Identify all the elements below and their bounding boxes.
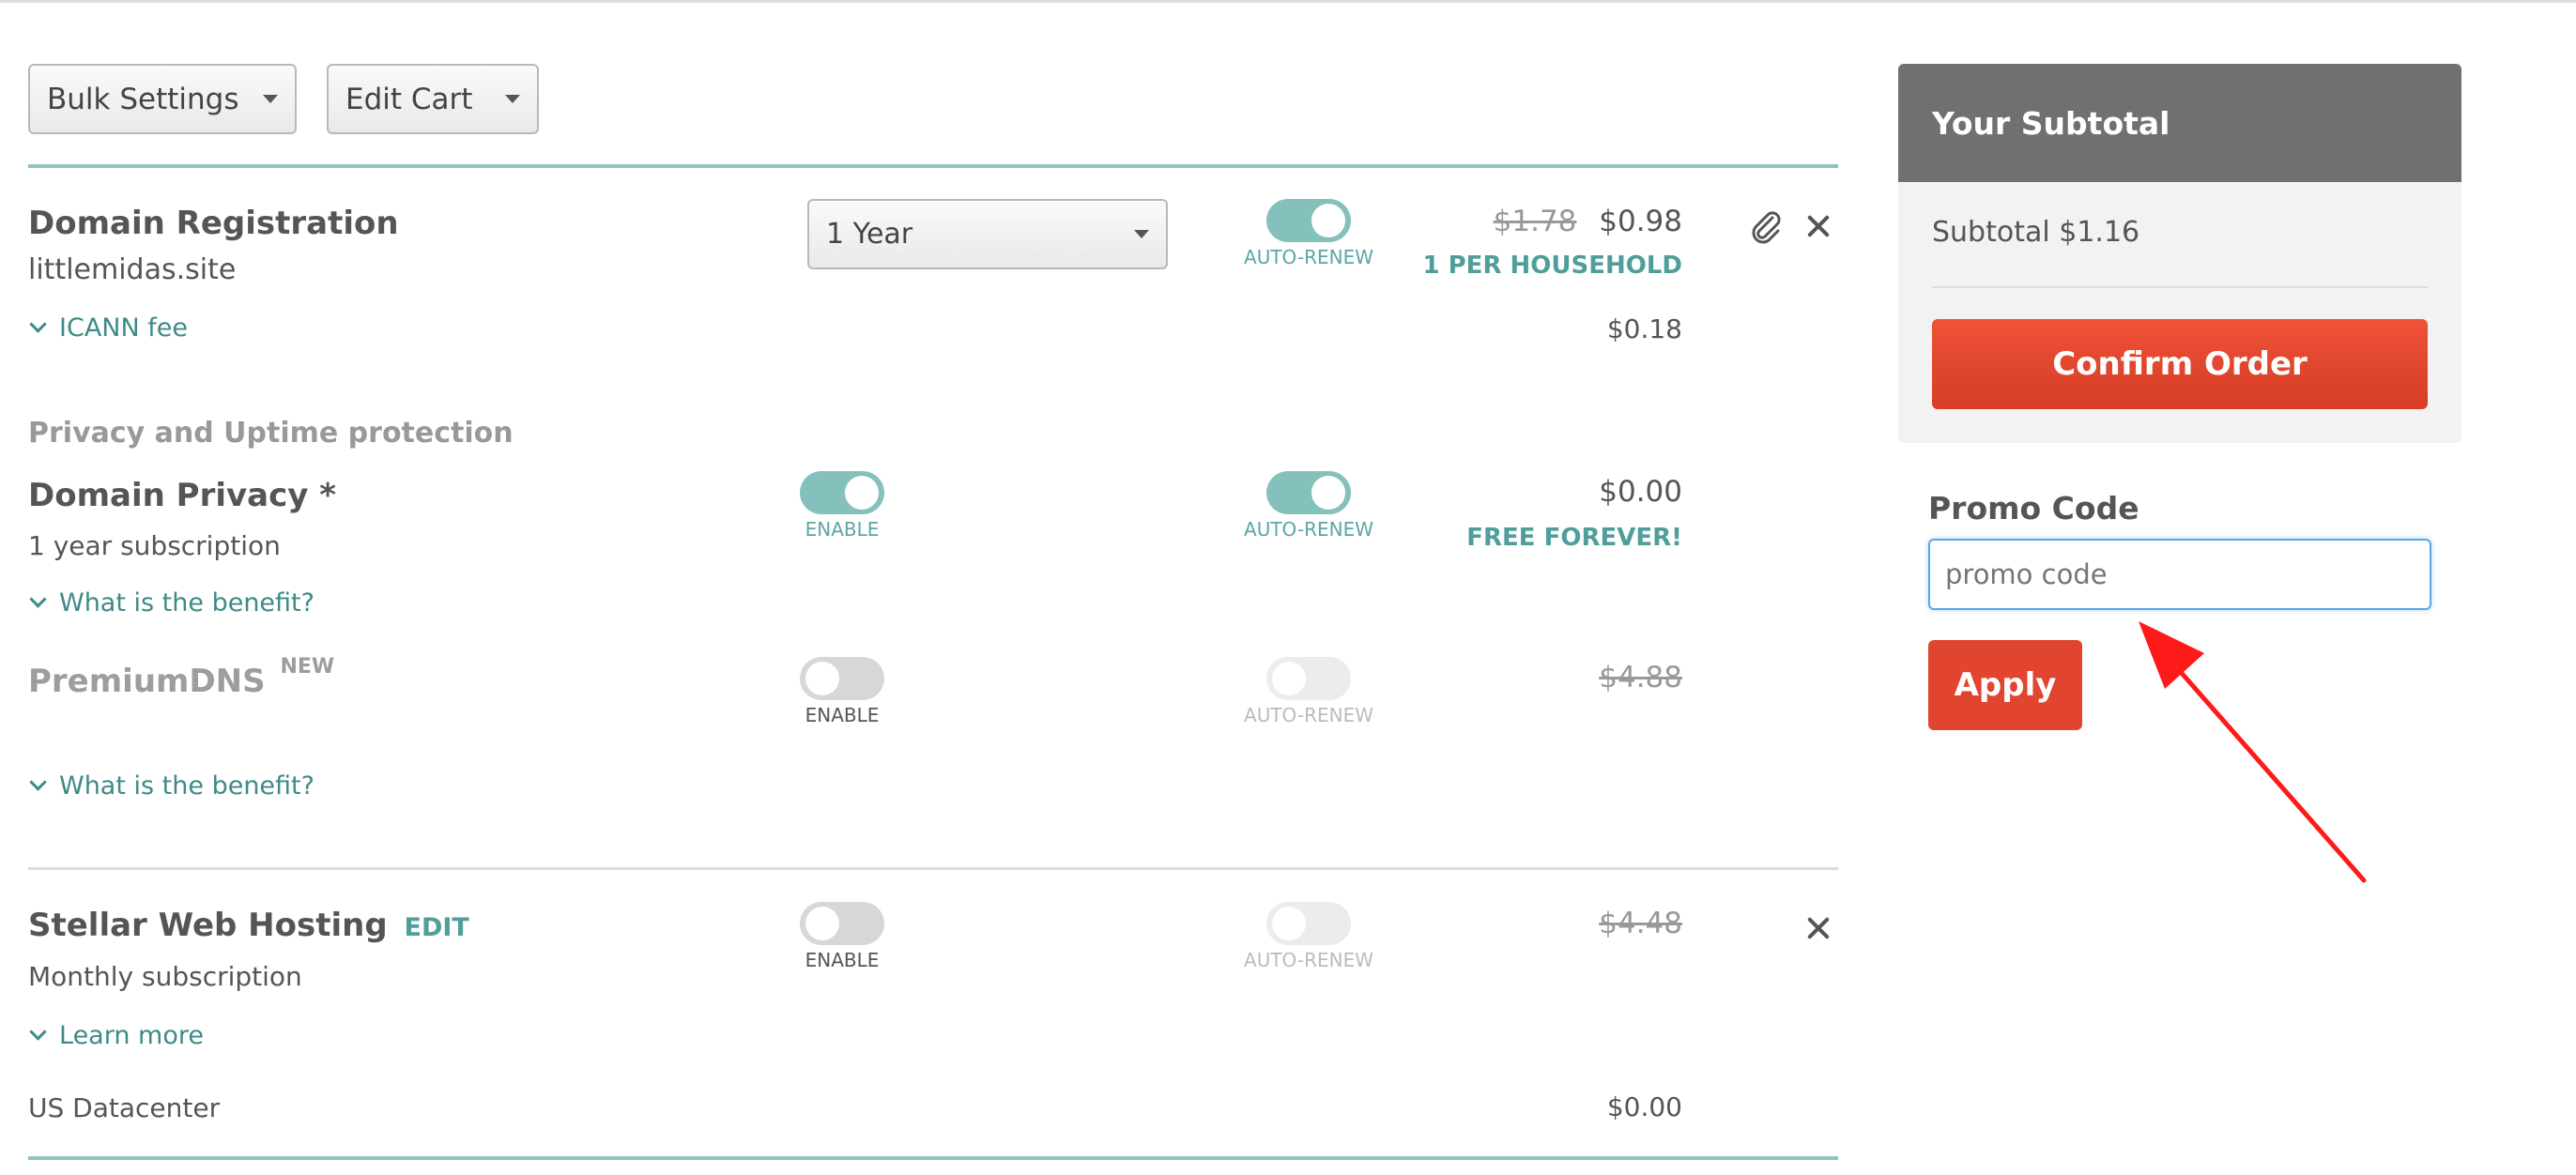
edit-cart-dropdown[interactable]: Edit Cart <box>327 64 539 134</box>
edit-cart-label: Edit Cart <box>345 82 473 116</box>
icann-fee-toggle[interactable]: ICANN fee <box>29 313 188 343</box>
domain-old-price: $1.78 <box>1493 205 1577 238</box>
annotation-arrow-icon <box>2139 621 2367 883</box>
premium-dns-price: $4.88 <box>1599 661 1682 694</box>
domain-privacy-subtitle: 1 year subscription <box>28 530 281 561</box>
chevron-down-icon <box>29 773 47 791</box>
top-divider <box>0 0 2576 3</box>
caret-down-icon <box>1134 230 1149 238</box>
period-value: 1 Year <box>826 218 913 251</box>
premium-dns-benefit-link[interactable]: What is the benefit? <box>29 771 314 801</box>
privacy-benefit-link[interactable]: What is the benefit? <box>29 588 314 618</box>
domain-price: $1.78 $0.98 <box>1408 205 1682 238</box>
premium-dns-benefit-label: What is the benefit? <box>59 771 314 801</box>
domain-price-note: 1 PER HOUSEHOLD <box>1422 252 1682 280</box>
privacy-enable-label: ENABLE <box>805 518 880 541</box>
toggle-knob <box>805 662 839 695</box>
toggle-knob <box>805 907 839 940</box>
domain-registration-title: Domain Registration <box>28 205 399 242</box>
premium-dns-enable-label: ENABLE <box>805 704 880 726</box>
privacy-price: $0.00 <box>1599 475 1682 509</box>
hosting-edit-link[interactable]: EDIT <box>405 913 469 942</box>
toggle-knob <box>845 476 879 510</box>
hosting-title: Stellar Web Hosting EDIT <box>28 907 469 944</box>
subtotal-value: Subtotal $1.16 <box>1932 216 2140 249</box>
cart-top-divider <box>28 164 1838 168</box>
privacy-benefit-label: What is the benefit? <box>59 588 314 618</box>
bulk-settings-label: Bulk Settings <box>47 82 239 116</box>
remove-domain-icon[interactable] <box>1804 212 1832 240</box>
domain-privacy-title: Domain Privacy * <box>28 477 337 514</box>
hosting-learn-more-label: Learn more <box>59 1021 204 1050</box>
chevron-down-icon <box>29 590 47 608</box>
hosting-price: $4.48 <box>1599 907 1682 940</box>
subtotal-divider <box>1932 286 2428 288</box>
apply-button[interactable]: Apply <box>1928 640 2082 730</box>
period-select[interactable]: 1 Year <box>807 199 1168 269</box>
icann-fee-label: ICANN fee <box>59 313 188 343</box>
remove-hosting-icon[interactable] <box>1804 914 1832 942</box>
privacy-section-label: Privacy and Uptime protection <box>28 417 514 450</box>
datacenter-price: $0.00 <box>1606 1091 1682 1122</box>
hosting-title-label: Stellar Web Hosting <box>28 907 388 944</box>
toggle-knob <box>1311 204 1345 237</box>
domain-auto-renew-toggle[interactable] <box>1266 199 1351 242</box>
confirm-order-button[interactable]: Confirm Order <box>1932 319 2428 409</box>
premium-dns-title: PremiumDNS NEW <box>28 655 334 700</box>
hosting-enable-toggle[interactable] <box>800 902 884 945</box>
domain-new-price: $0.98 <box>1599 205 1682 238</box>
toggle-knob <box>1311 476 1345 510</box>
icann-fee-price: $0.18 <box>1606 313 1682 344</box>
subtotal-panel: Your Subtotal Subtotal $1.16 Confirm Ord… <box>1898 64 2461 443</box>
premium-dns-auto-renew-toggle[interactable] <box>1266 657 1351 700</box>
promo-code-input[interactable] <box>1928 539 2431 610</box>
hosting-learn-more-link[interactable]: Learn more <box>29 1021 204 1050</box>
hosting-divider <box>28 867 1838 870</box>
toggle-knob <box>1272 907 1306 940</box>
promo-code-label: Promo Code <box>1928 490 2139 526</box>
caret-down-icon <box>263 95 278 103</box>
toggle-knob <box>1272 662 1306 695</box>
premium-dns-label: PremiumDNS <box>28 663 266 700</box>
new-badge: NEW <box>280 655 335 679</box>
caret-down-icon <box>505 95 520 103</box>
chevron-down-icon <box>29 1023 47 1041</box>
hosting-enable-label: ENABLE <box>805 949 880 971</box>
subtotal-header: Your Subtotal <box>1898 64 2461 182</box>
hosting-auto-renew-label: AUTO-RENEW <box>1244 949 1373 971</box>
chevron-down-icon <box>29 315 47 333</box>
bulk-settings-dropdown[interactable]: Bulk Settings <box>28 64 297 134</box>
privacy-price-note: FREE FOREVER! <box>1466 524 1682 552</box>
hosting-subtitle: Monthly subscription <box>28 961 302 992</box>
privacy-auto-renew-toggle[interactable] <box>1266 471 1351 514</box>
premium-dns-auto-renew-label: AUTO-RENEW <box>1244 704 1373 726</box>
paperclip-icon[interactable] <box>1748 208 1786 246</box>
cart-bottom-divider <box>28 1156 1838 1160</box>
domain-name: littlemidas.site <box>28 253 237 286</box>
premium-dns-enable-toggle[interactable] <box>800 657 884 700</box>
privacy-enable-toggle[interactable] <box>800 471 884 514</box>
hosting-auto-renew-toggle[interactable] <box>1266 902 1351 945</box>
datacenter-label: US Datacenter <box>28 1092 221 1123</box>
